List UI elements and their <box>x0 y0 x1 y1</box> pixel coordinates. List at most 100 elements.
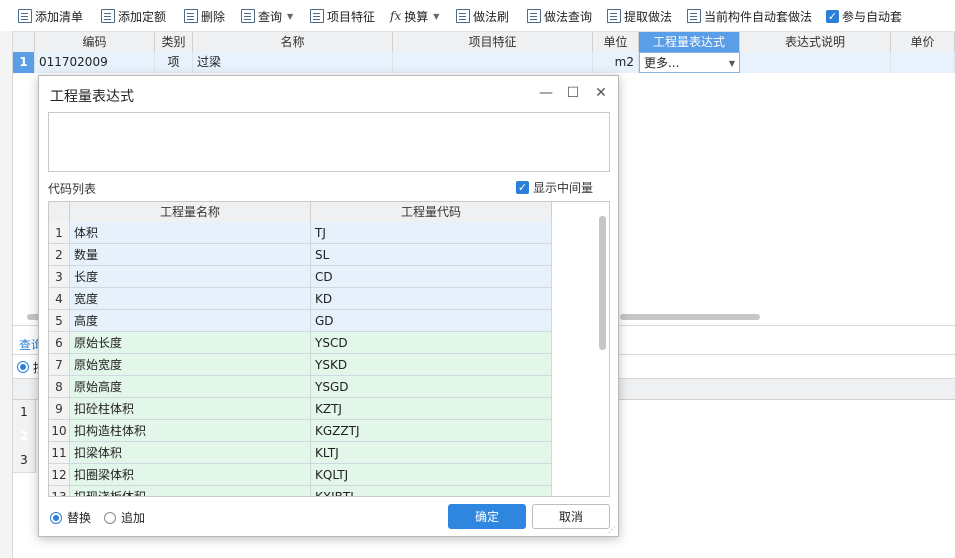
quantity-code: CD <box>311 266 552 288</box>
auto-apply-button[interactable]: 当前构件自动套做法 <box>687 6 812 26</box>
checkbox-checked-icon: ✓ <box>516 181 529 194</box>
quantity-code: KLTJ <box>311 442 552 464</box>
horizontal-scrollbar-thumb[interactable] <box>620 314 760 320</box>
radio-selected-icon <box>50 511 62 524</box>
header-expression[interactable]: 工程量表达式 <box>639 32 740 52</box>
maximize-button[interactable]: ☐ <box>564 84 582 102</box>
cell-expression-desc[interactable] <box>740 52 891 73</box>
chevron-down-icon: ▼ <box>728 59 735 68</box>
cell-type[interactable]: 项 <box>155 52 193 73</box>
list-item[interactable]: 10 扣构造柱体积 KGZZTJ <box>49 420 552 442</box>
cell-name[interactable]: 过梁 <box>193 52 393 73</box>
list-item[interactable]: 13 扣现浇板体积 KXJBTJ <box>49 486 552 496</box>
quantity-code: YSKD <box>311 354 552 376</box>
replace-radio[interactable]: 替换 <box>50 509 91 526</box>
quantity-name: 扣圈梁体积 <box>70 464 311 486</box>
delete-button[interactable]: 删除 <box>184 6 225 26</box>
add-list-button[interactable]: 添加清单 <box>18 6 83 26</box>
method-search-icon <box>527 9 541 23</box>
list-item[interactable]: 8 原始高度 YSGD <box>49 376 552 398</box>
method-query-button[interactable]: 做法查询 <box>527 6 592 26</box>
code-list-grid: 工程量名称 工程量代码 1 体积 TJ 2 数量 SL 3 长度 CD 4 宽度 KD 5 高度 GD 6 原始… <box>48 201 610 497</box>
resize-grip-icon[interactable]: ⋰ <box>608 526 616 534</box>
maximize-icon: ☐ <box>566 85 580 101</box>
extract-method-button[interactable]: 提取做法 <box>607 6 672 26</box>
row-number[interactable]: 1 <box>13 52 35 73</box>
list-item[interactable]: 7 原始宽度 YSKD <box>49 354 552 376</box>
row-number: 12 <box>49 464 70 486</box>
dialog-title: 工程量表达式 <box>50 89 134 105</box>
list-item[interactable]: 12 扣圈梁体积 KQLTJ <box>49 464 552 486</box>
search-icon <box>241 9 255 23</box>
append-radio[interactable]: 追加 <box>104 509 145 526</box>
add-quota-button[interactable]: 添加定额 <box>101 6 166 26</box>
list-item[interactable]: 5 高度 GD <box>49 310 552 332</box>
header-quantity-name[interactable]: 工程量名称 <box>70 202 311 222</box>
header-feature[interactable]: 项目特征 <box>393 32 593 52</box>
quantity-name: 数量 <box>70 244 311 266</box>
add-list-icon <box>18 9 32 23</box>
conversion-button[interactable]: fx 换算 ▼ <box>390 6 439 26</box>
list-item[interactable]: 9 扣砼柱体积 KZTJ <box>49 398 552 420</box>
auto-apply-icon <box>687 9 701 23</box>
quantity-name: 体积 <box>70 222 311 244</box>
quantity-name: 扣构造柱体积 <box>70 420 311 442</box>
list-item[interactable]: 11 扣梁体积 KLTJ <box>49 442 552 464</box>
header-name[interactable]: 名称 <box>193 32 393 52</box>
row-number: 5 <box>49 310 70 332</box>
lower-row-number[interactable]: 1 <box>13 400 36 425</box>
cell-feature[interactable] <box>393 52 593 73</box>
expression-input[interactable] <box>48 112 610 172</box>
row-number: 6 <box>49 332 70 354</box>
list-item[interactable]: 1 体积 TJ <box>49 222 552 244</box>
list-item[interactable]: 3 长度 CD <box>49 266 552 288</box>
method-brush-button[interactable]: 做法刷 <box>456 6 509 26</box>
row-number: 10 <box>49 420 70 442</box>
quantity-name: 原始高度 <box>70 376 311 398</box>
quantity-code: SL <box>311 244 552 266</box>
row-number: 9 <box>49 398 70 420</box>
header-type[interactable]: 类别 <box>155 32 193 52</box>
cell-price[interactable] <box>891 52 955 73</box>
header-price[interactable]: 单价 <box>891 32 955 52</box>
quantity-name: 宽度 <box>70 288 311 310</box>
lower-row-number[interactable]: 3 <box>13 448 36 473</box>
replace-label: 替换 <box>67 511 92 525</box>
feature-button[interactable]: 项目特征 <box>310 6 375 26</box>
cancel-button[interactable]: 取消 <box>532 504 610 529</box>
radio-filter[interactable] <box>17 361 29 373</box>
row-number: 4 <box>49 288 70 310</box>
minimize-icon: — <box>539 85 553 101</box>
code-grid-header: 工程量名称 工程量代码 <box>49 202 552 223</box>
lower-row-number-selected[interactable]: 2 <box>13 424 36 449</box>
close-icon: ✕ <box>595 85 607 101</box>
header-quantity-code[interactable]: 工程量代码 <box>311 202 552 222</box>
close-button[interactable]: ✕ <box>592 84 610 102</box>
chevron-down-icon: ▼ <box>433 11 440 21</box>
cell-code[interactable]: 011702009 <box>35 52 155 73</box>
header-code[interactable]: 编码 <box>35 32 155 52</box>
vertical-scrollbar-thumb[interactable] <box>599 216 606 350</box>
header-rownum <box>13 32 35 52</box>
show-intermediate-checkbox[interactable]: ✓ 显示中间量 <box>516 179 593 196</box>
list-item[interactable]: 6 原始长度 YSCD <box>49 332 552 354</box>
list-item[interactable]: 2 数量 SL <box>49 244 552 266</box>
trash-icon <box>184 9 198 23</box>
minimize-button[interactable]: — <box>537 84 555 102</box>
table-row[interactable]: 1 011702009 项 过梁 m2 更多... ▼ <box>13 52 955 74</box>
quantity-code: YSGD <box>311 376 552 398</box>
quantity-name: 长度 <box>70 266 311 288</box>
brush-icon <box>456 9 470 23</box>
query-button[interactable]: 查询 ▼ <box>241 6 293 26</box>
ok-button[interactable]: 确定 <box>448 504 526 529</box>
list-item[interactable]: 4 宽度 KD <box>49 288 552 310</box>
header-expression-desc[interactable]: 表达式说明 <box>740 32 891 52</box>
cell-unit[interactable]: m2 <box>593 52 639 73</box>
expression-combo[interactable]: 更多... ▼ <box>639 52 740 73</box>
quantity-name: 原始宽度 <box>70 354 311 376</box>
participate-auto-checkbox[interactable]: ✓ 参与自动套 <box>826 6 902 26</box>
header-unit[interactable]: 单位 <box>593 32 639 52</box>
expression-combo-value: 更多... <box>644 56 680 70</box>
quantity-name: 高度 <box>70 310 311 332</box>
quantity-name: 扣砼柱体积 <box>70 398 311 420</box>
